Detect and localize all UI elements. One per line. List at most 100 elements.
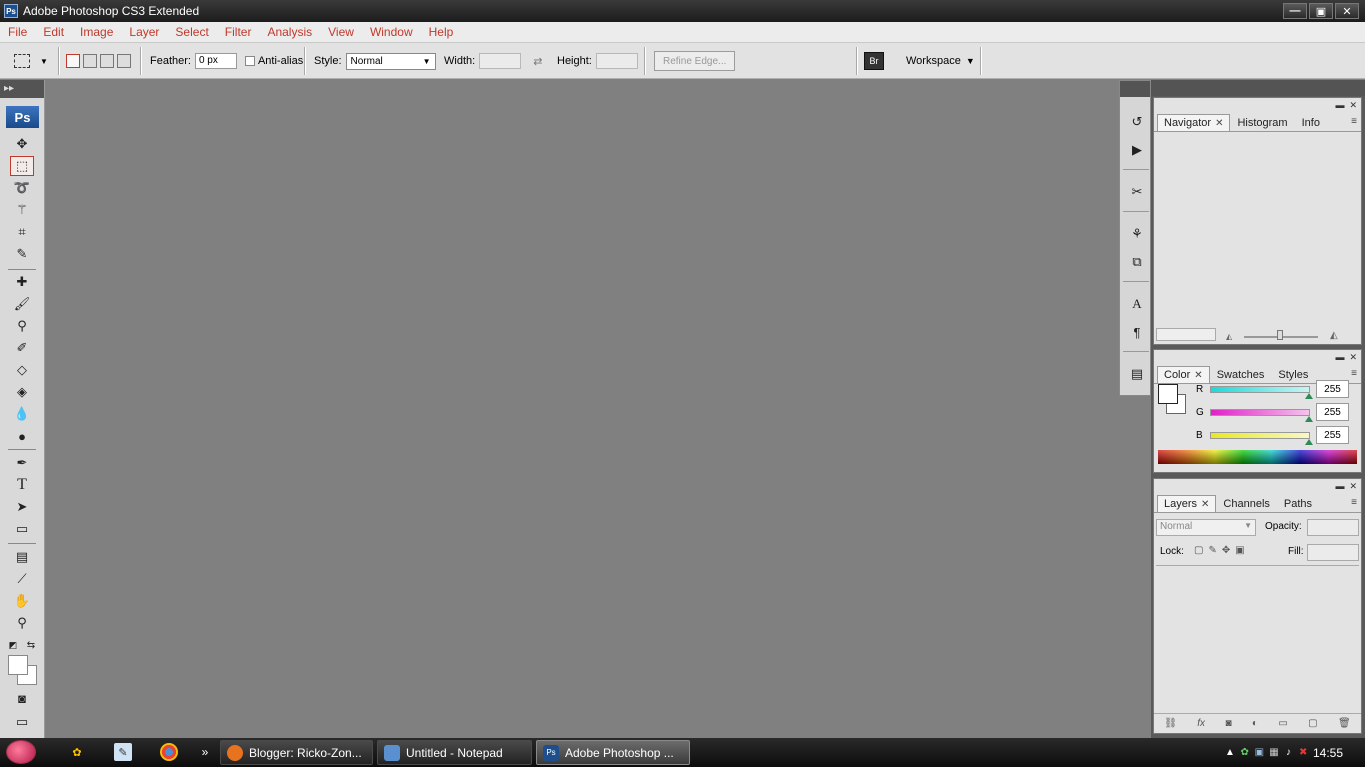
minimize-panel-icon[interactable]: ▬ [1335,352,1344,362]
marquee-tool-icon[interactable]: ⬚ [10,156,34,176]
opacity-input[interactable] [1307,519,1359,536]
refine-edge-button[interactable]: Refine Edge... [654,51,736,71]
start-button[interactable] [6,740,36,764]
menu-analysis[interactable]: Analysis [259,25,320,39]
dodge-tool-icon[interactable]: ● [10,426,34,446]
clone-stamp-tool-icon[interactable]: ⚲ [10,316,34,336]
tab-info[interactable]: Info [1295,114,1327,131]
bridge-icon[interactable]: Br [864,52,884,70]
menu-image[interactable]: Image [72,25,121,39]
blue-channel-slider[interactable] [1210,431,1313,445]
tray-arrow-icon[interactable]: ▲ [1225,747,1235,759]
foreground-color-swatch[interactable] [1158,384,1178,404]
tray-alert-icon[interactable]: ✖ [1298,747,1308,759]
layers-list[interactable] [1156,565,1359,711]
panel-menu-icon[interactable]: ≡ [1351,116,1357,127]
lasso-tool-icon[interactable]: ➰ [10,178,34,198]
chrome-icon[interactable] [160,743,178,761]
screen-mode-icon[interactable]: ▭ [10,712,34,732]
panel-menu-icon[interactable]: ≡ [1351,497,1357,508]
blur-tool-icon[interactable]: 💧 [10,404,34,424]
feather-input[interactable]: 0 px [194,53,237,69]
network-icon[interactable]: ▣ [1255,747,1265,759]
paragraph-panel-icon[interactable]: ¶ [1126,321,1148,343]
add-to-selection-icon[interactable] [83,54,97,68]
zoom-out-icon[interactable]: ◭ [1226,332,1232,341]
hand-tool-icon[interactable]: ✋ [10,591,34,611]
rectangle-tool-icon[interactable]: ▭ [10,519,34,539]
menu-select[interactable]: Select [167,25,216,39]
close-panel-icon[interactable]: ✕ [1349,352,1357,363]
tab-navigator[interactable]: Navigator ✕ [1157,114,1231,131]
panels-collapse-icon[interactable] [1151,80,1365,96]
path-selection-tool-icon[interactable]: ➤ [10,497,34,517]
intersect-selection-icon[interactable] [117,54,131,68]
tab-channels[interactable]: Channels [1216,495,1276,512]
type-tool-icon[interactable]: T [10,475,34,495]
close-icon[interactable]: ✕ [1194,370,1202,381]
quicklaunch-icon[interactable]: ✿ [68,743,86,761]
healing-brush-tool-icon[interactable]: ✚ [10,272,34,292]
menu-file[interactable]: File [0,25,35,39]
style-dropdown[interactable]: Normal ▼ [345,52,436,70]
task-blogger[interactable]: Blogger: Ricko-Zon... [220,740,373,765]
panel-menu-icon[interactable]: ≡ [1351,368,1357,379]
slice-tool-icon[interactable]: ✎ [10,244,34,264]
red-channel-value[interactable]: 255 [1316,380,1349,398]
eyedropper-tool-icon[interactable]: ⟋ [10,569,34,589]
brush-tool-icon[interactable]: 🖌 [10,294,34,314]
width-input[interactable] [479,53,522,69]
brushes-panel-icon[interactable]: ⚘ [1126,223,1148,245]
adjustment-layer-icon[interactable]: ◐ [1252,718,1258,729]
quick-mask-icon[interactable]: ◙ [10,688,34,708]
close-icon[interactable]: ✕ [1215,118,1223,129]
dock-collapse-icon[interactable] [1120,81,1150,97]
quicklaunch-icon[interactable]: ✎ [114,743,132,761]
delete-layer-icon[interactable]: 🗑 [1338,718,1351,729]
new-layer-icon[interactable]: ▢ [1308,718,1317,729]
blend-mode-dropdown[interactable]: Normal ▼ [1156,519,1256,536]
clone-source-icon[interactable]: ⧉ [1126,251,1148,273]
green-channel-value[interactable]: 255 [1316,403,1349,421]
lock-icons[interactable]: ▢✎✥▣ [1194,545,1250,556]
minimize-panel-icon[interactable]: ▬ [1335,100,1344,110]
tab-paths[interactable]: Paths [1277,495,1319,512]
tool-preset-picker[interactable]: ▼ [14,43,48,79]
magic-wand-tool-icon[interactable]: ⚚ [10,200,34,220]
layer-style-icon[interactable]: fx [1197,718,1205,729]
document-workspace[interactable] [46,80,1119,738]
tab-layers[interactable]: Layers ✕ [1157,495,1217,512]
foreground-color-swatch[interactable] [8,655,28,675]
red-channel-slider[interactable] [1210,385,1313,399]
minimize-button[interactable]: — [1283,3,1307,19]
volume-icon[interactable]: ♪ [1284,747,1294,759]
zoom-in-icon[interactable]: ◭ [1330,330,1338,341]
new-group-icon[interactable]: ▭ [1278,718,1287,729]
crop-tool-icon[interactable]: ⌗ [10,222,34,242]
menu-layer[interactable]: Layer [121,25,167,39]
antialias-checkbox[interactable] [244,56,255,66]
subtract-from-selection-icon[interactable] [100,54,114,68]
eraser-tool-icon[interactable]: ◇ [10,360,34,380]
close-button[interactable]: ✕ [1335,3,1359,19]
tray-app-icon[interactable]: ✿ [1240,747,1250,759]
fill-input[interactable] [1307,544,1359,561]
layer-mask-icon[interactable]: ◙ [1225,718,1231,729]
link-layers-icon[interactable]: ⛓ [1164,718,1177,729]
menu-filter[interactable]: Filter [217,25,260,39]
notes-tool-icon[interactable]: ▤ [10,547,34,567]
paint-bucket-tool-icon[interactable]: ◈ [10,382,34,402]
history-brush-tool-icon[interactable]: ✐ [10,338,34,358]
color-spectrum-bar[interactable] [1158,450,1357,464]
menu-view[interactable]: View [320,25,362,39]
task-photoshop[interactable]: Ps Adobe Photoshop ... [536,740,690,765]
menu-help[interactable]: Help [421,25,462,39]
new-selection-icon[interactable] [66,54,80,68]
blue-channel-value[interactable]: 255 [1316,426,1349,444]
layer-comps-icon[interactable]: ▤ [1126,363,1148,385]
swap-colors-icon[interactable]: ⇆ [24,635,38,655]
quicklaunch-overflow-icon[interactable]: » [196,743,214,761]
default-colors-icon[interactable]: ◩ [6,635,20,655]
menu-edit[interactable]: Edit [35,25,72,39]
actions-panel-icon[interactable]: ▶ [1126,139,1148,161]
